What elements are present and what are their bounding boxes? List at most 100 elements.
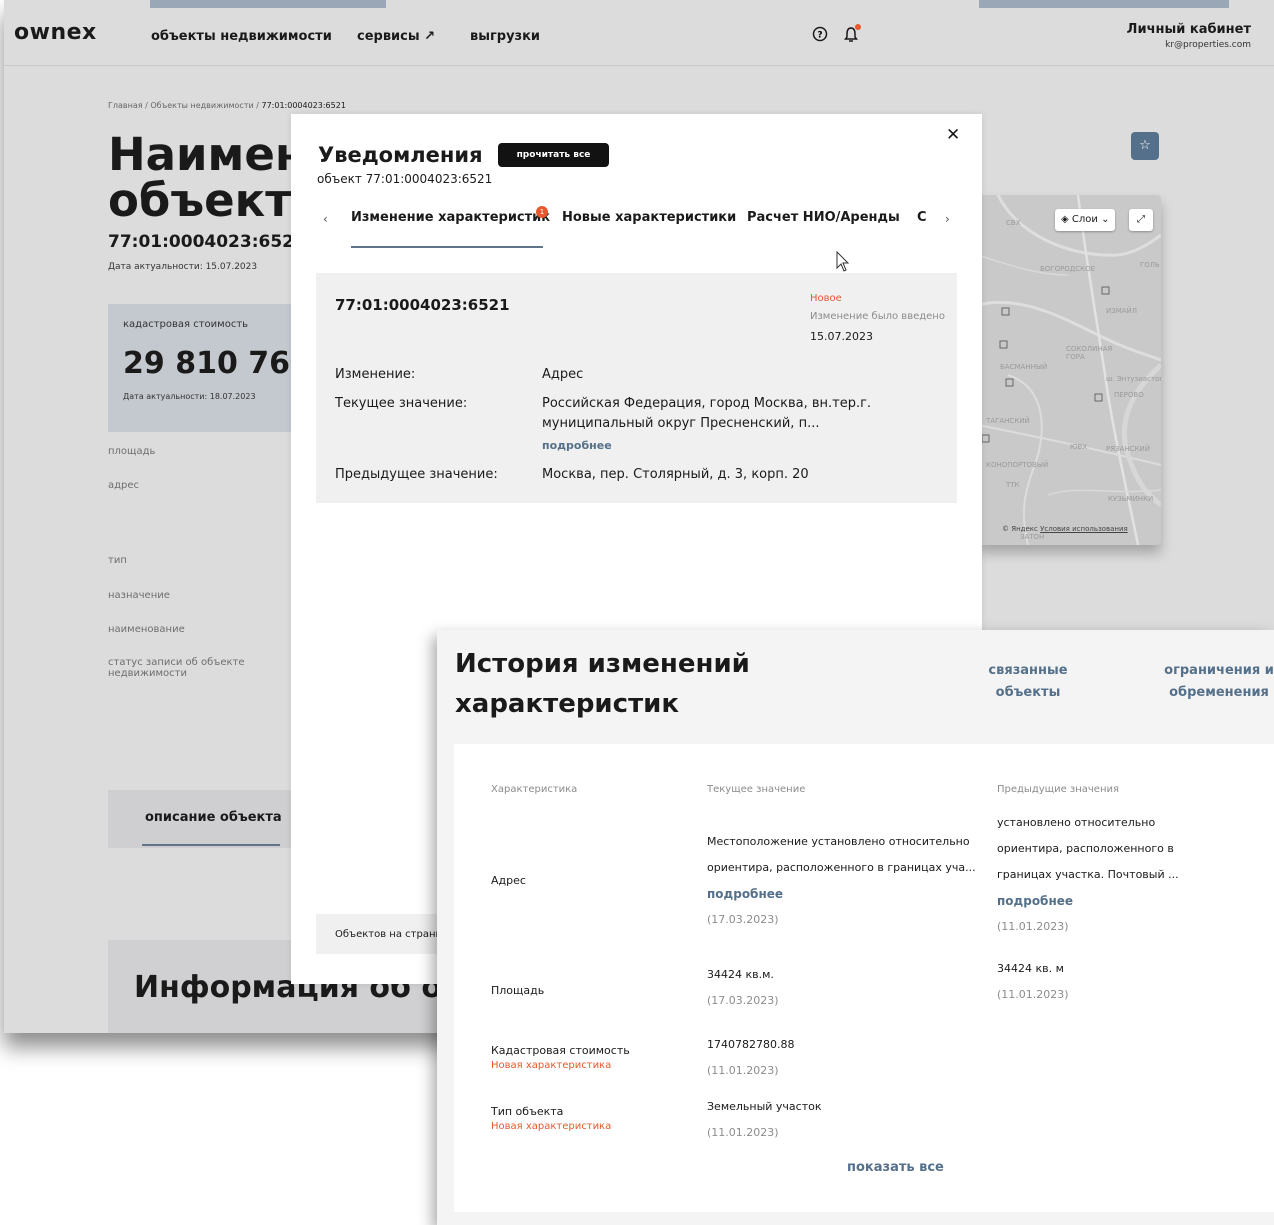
show-all-button[interactable]: показать все [847,1160,944,1175]
current-value: 1740782780.88 [707,1038,795,1051]
map-label: БОГОРОДСКОЕ [1040,265,1096,273]
history-table: Характеристика Текущее значение Предыдущ… [454,744,1274,1212]
previous-value: 34424 кв. м [997,962,1064,975]
current-date: (11.01.2023) [707,1126,779,1139]
map-layers-label: Слои [1071,214,1098,225]
row-name: Адрес [491,874,526,887]
favorite-button[interactable]: ☆ [1131,132,1159,160]
related-objects-link[interactable]: связанные объекты [973,660,1083,704]
notification-dot [855,24,861,30]
chevron-left-icon[interactable]: ‹ [323,212,328,226]
svg-text:?: ? [817,31,822,41]
column-header: Текущее значение [707,784,806,795]
prop-area-label: площадь [108,446,156,457]
notification-card: 77:01:0004023:6521 Новое Изменение было … [316,273,957,503]
breadcrumb: Главная / Объекты недвижимости / 77:01:0… [108,101,346,110]
breadcrumb-objects[interactable]: Объекты недвижимости [150,101,253,110]
current-value-cell: Земельный участок (11.01.2023) [707,1094,822,1146]
breadcrumb-current: 77:01:0004023:6521 [261,101,346,110]
history-title: История изменений характеристик [455,649,750,719]
account-email: kr@properties.com [1165,40,1251,50]
previous-value-cell: установлено относительно ориентира, расп… [997,810,1197,940]
account-menu[interactable]: Личный кабинет kr@properties.com [1127,22,1251,50]
change-value: Адрес [542,367,584,382]
current-date: (11.01.2023) [707,1064,779,1077]
change-note: Изменение было введено [810,311,945,322]
logo[interactable]: ownex [14,20,97,45]
restrictions-link[interactable]: ограничения и обременения [1159,660,1274,704]
tab-calculation[interactable]: Расчет НИО/Аренды [747,210,900,225]
new-characteristic-tag: Новая характеристика [491,1060,612,1071]
map-label: ЮВХ [1070,443,1088,451]
read-all-button[interactable]: прочитать все [498,143,609,167]
star-icon: ☆ [1139,138,1151,153]
cadastral-cost-card: кадастровая стоимость 29 810 766,9 Дата … [108,304,343,432]
tab-more[interactable]: С [917,210,927,225]
actuality-date: Дата актуальности: 15.07.2023 [108,262,258,272]
previous-value: установлено относительно ориентира, расп… [997,816,1179,881]
cost-label: кадастровая стоимость [123,319,249,330]
map-label: ТТК [1006,481,1020,489]
modal-title: Уведомления [318,143,483,167]
question-circle-icon[interactable]: ? [812,26,828,46]
per-page-selector[interactable]: Объектов на страни [316,914,456,954]
previous-value-text: Москва, пер. Столярный, д. 3, корп. 20 [542,467,809,482]
map-label: РЯЗАНСКИЙ [1106,445,1150,453]
current-value-text: Российская Федерация, город Москва, вн.т… [542,396,872,431]
current-value: Местоположение установлено относительно … [707,835,976,874]
row-name: Площадь [491,984,545,997]
current-value: 34424 кв.м. [707,968,774,981]
nav-services[interactable]: сервисы ↗ [357,29,435,44]
cursor-icon [836,250,850,277]
nav-real-estate[interactable]: объекты недвижимости [151,29,332,44]
chevron-right-icon[interactable]: › [945,212,950,226]
row-name: Тип объекта [491,1105,564,1118]
current-value-cell: 1740782780.88 (11.01.2023) [707,1032,794,1084]
tab-active-underline [351,246,543,248]
map-label: ПЕРОВО [1114,391,1144,399]
map-layers-button[interactable]: ◈ Слои ⌄ [1055,209,1116,231]
more-link[interactable]: подробнее [997,888,1197,914]
prop-address-label: адрес [108,480,140,491]
cost-date: Дата актуальности: 18.07.2023 [123,392,256,401]
map-label: ЗАТОН [1020,533,1045,541]
status-badge: Новое [810,293,842,304]
top-navigation: ownex объекты недвижимости сервисы ↗ выг… [4,0,1274,66]
per-page-label: Объектов на страни [335,929,442,940]
expand-icon[interactable]: ⤢ [1129,209,1153,231]
tab-active-underline [142,844,280,846]
more-link[interactable]: подробнее [542,436,947,456]
map-label: СОКОЛИНАЯ ГОРА [1066,345,1113,361]
cadastral-number: 77:01:0004023:6521 [108,232,306,252]
page-title: Наименование объекта [108,132,293,224]
tab-object-description-label: описание объекта [145,810,282,825]
change-label: Изменение: [335,367,416,382]
tab-characteristic-changes[interactable]: Изменение характеристик [351,210,550,225]
tab-object-description[interactable]: описание объекта [108,790,294,848]
column-header: Характеристика [491,784,578,795]
tab-badge: 1 [536,206,548,218]
map-copyright-text: © Яндекс [1002,525,1038,533]
row-name: Кадастровая стоимость [491,1044,630,1057]
map-terms-link[interactable]: Условия использования [1040,525,1128,533]
map[interactable]: СВХ БОГОРОДСКОЕ ГОЛЬ ИЗМАЙЛ СОКОЛИНАЯ ГО… [978,195,1161,545]
breadcrumb-home[interactable]: Главная [108,101,143,110]
notification-tabs: ‹ Изменение характеристик 1 Новые характ… [318,206,958,248]
more-link[interactable]: подробнее [707,881,987,907]
current-value-label: Текущее значение: [335,396,468,411]
prop-type-label: тип [108,555,127,566]
change-date: 15.07.2023 [810,330,873,343]
nav-exports[interactable]: выгрузки [470,29,540,44]
map-label: КОНОПОРТОВЫЙ [986,461,1049,469]
tab-new-characteristics[interactable]: Новые характеристики [562,210,736,225]
layers-icon: ◈ [1061,214,1069,225]
map-label: ГОЛЬ [1140,261,1160,269]
current-value: Земельный участок [707,1100,822,1113]
history-panel: История изменений характеристик связанны… [437,630,1274,1225]
new-characteristic-tag: Новая характеристика [491,1121,612,1132]
current-date: (17.03.2023) [707,913,779,926]
prop-status-label: статус записи об объекте недвижимости [108,657,245,679]
close-icon[interactable]: ✕ [946,125,960,145]
map-label: БАСМАННЫЙ [1000,363,1048,371]
map-label: ш. Энтузиастов [1106,375,1161,383]
